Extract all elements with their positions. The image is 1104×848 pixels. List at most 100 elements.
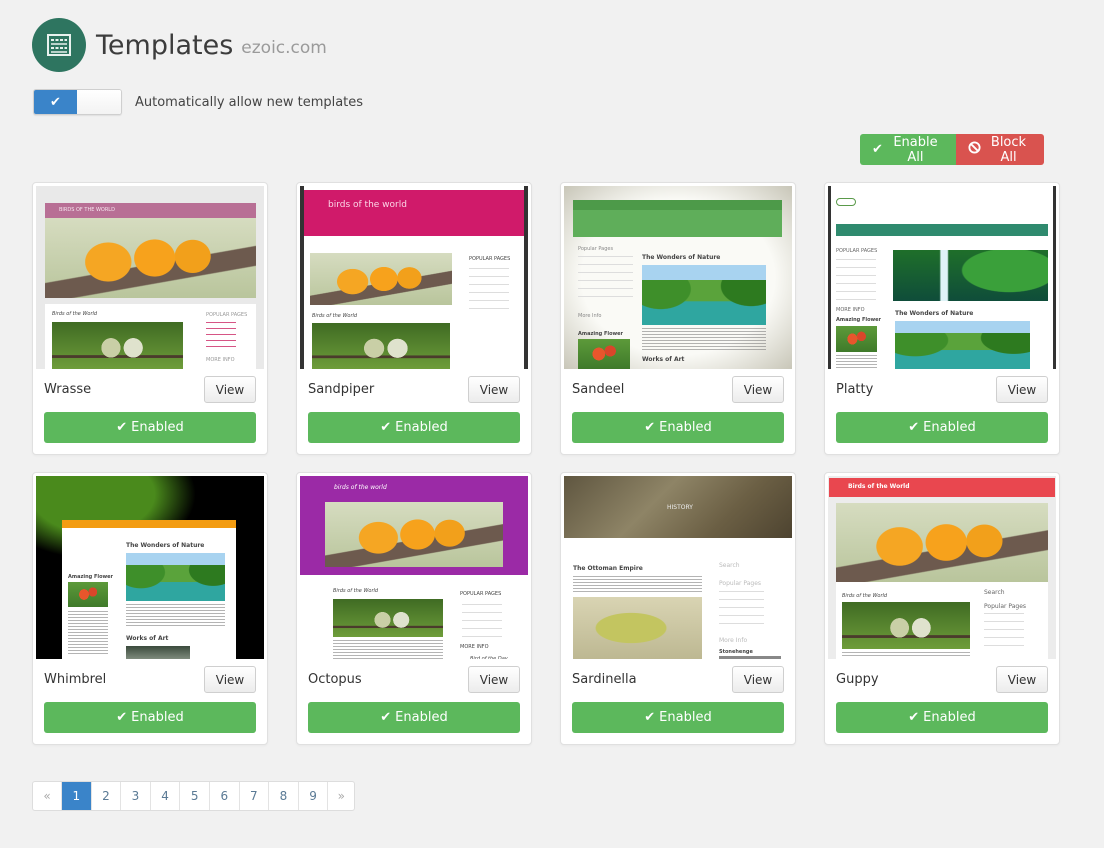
status-label: Enabled xyxy=(131,420,184,435)
preview-sidebar-search: Search xyxy=(984,589,1005,596)
enabled-toggle-button[interactable]: ✔ Enabled xyxy=(44,412,256,443)
preview-sidebar-title: POPULAR PAGES xyxy=(460,591,502,597)
preview-sidebar-links xyxy=(578,256,633,301)
enabled-toggle-button[interactable]: ✔ Enabled xyxy=(572,412,784,443)
template-preview[interactable]: HISTORY The Ottoman Empire Search Popula… xyxy=(564,476,792,659)
preview-sidebar-title: Popular Pages xyxy=(578,246,614,252)
preview-text xyxy=(68,611,108,656)
check-icon: ✔ xyxy=(34,90,77,114)
view-button[interactable]: View xyxy=(732,666,784,693)
preview-side-image xyxy=(719,656,781,659)
status-label: Enabled xyxy=(395,710,448,725)
preview-frame xyxy=(828,186,831,369)
preview-sidebar-links xyxy=(462,604,502,644)
preview-hero-image xyxy=(836,503,1048,582)
template-card-wrasse: BIRDS OF THE WORLD Birds of the World PO… xyxy=(32,182,268,455)
pagination-next[interactable]: » xyxy=(327,782,354,810)
pagination-page-4[interactable]: 4 xyxy=(149,782,180,810)
preview-subheading: Stonehenge xyxy=(719,649,753,655)
enabled-toggle-button[interactable]: ✔ Enabled xyxy=(836,412,1048,443)
pagination-page-9[interactable]: 9 xyxy=(297,782,328,810)
auto-allow-label: Automatically allow new templates xyxy=(135,94,364,110)
preview-sidebar-links xyxy=(984,613,1024,648)
preview-sidebar-more: MORE INFO xyxy=(460,644,489,650)
template-preview[interactable]: Birds of the World Birds of the World Se… xyxy=(828,476,1056,659)
preview-site-title: HISTORY xyxy=(667,504,693,511)
block-all-button[interactable]: Block All xyxy=(956,134,1044,165)
template-card-sandeel: Popular Pages More Info Amazing Flower T… xyxy=(560,182,796,455)
preview-subheading: Amazing Flower xyxy=(578,331,623,337)
pagination-page-2[interactable]: 2 xyxy=(90,782,121,810)
preview-text xyxy=(126,604,225,628)
view-button[interactable]: View xyxy=(996,666,1048,693)
template-name: Wrasse xyxy=(44,382,92,397)
preview-heading: Birds of the World xyxy=(312,313,358,319)
bulk-actions: ✔ Enable All Block All xyxy=(860,134,1044,165)
view-button[interactable]: View xyxy=(204,666,256,693)
enabled-toggle-button[interactable]: ✔ Enabled xyxy=(836,702,1048,733)
template-preview[interactable]: birds of the world Birds of the World PO… xyxy=(300,186,528,369)
pagination-page-8[interactable]: 8 xyxy=(268,782,298,810)
template-preview[interactable]: Popular Pages More Info Amazing Flower T… xyxy=(564,186,792,369)
enabled-toggle-button[interactable]: ✔ Enabled xyxy=(44,702,256,733)
preview-image xyxy=(312,323,450,369)
pagination-page-5[interactable]: 5 xyxy=(179,782,209,810)
template-card-guppy: Birds of the World Birds of the World Se… xyxy=(824,472,1060,745)
pagination: « 1 2 3 4 5 6 7 8 9 » xyxy=(32,781,356,811)
preview-hero-image xyxy=(310,253,452,305)
view-button[interactable]: View xyxy=(732,376,784,403)
auto-allow-toggle[interactable]: ✔ xyxy=(33,89,122,115)
preview-heading: The Wonders of Nature xyxy=(895,310,974,317)
preview-text xyxy=(842,652,970,658)
ban-icon xyxy=(968,141,981,158)
template-preview[interactable]: Amazing Flower The Wonders of Nature Wor… xyxy=(36,476,264,659)
preview-sidebar-title: POPULAR PAGES xyxy=(469,256,511,262)
preview-header: Birds of the World xyxy=(829,478,1055,497)
pagination-page-3[interactable]: 3 xyxy=(120,782,150,810)
page-title: Templates xyxy=(96,29,234,61)
pagination-page-6[interactable]: 6 xyxy=(208,782,239,810)
check-icon: ✔ xyxy=(908,710,920,725)
preview-heading: Birds of the World xyxy=(333,588,379,594)
preview-logo xyxy=(836,198,856,206)
check-icon: ✔ xyxy=(644,420,656,435)
preview-hero-image xyxy=(45,218,256,298)
template-preview[interactable]: birds of the world Birds of the World PO… xyxy=(300,476,528,659)
preview-flower-image xyxy=(836,326,877,352)
status-label: Enabled xyxy=(659,710,712,725)
enabled-toggle-button[interactable]: ✔ Enabled xyxy=(308,412,520,443)
enabled-toggle-button[interactable]: ✔ Enabled xyxy=(308,702,520,733)
template-card-whimbrel: Amazing Flower The Wonders of Nature Wor… xyxy=(32,472,268,745)
preview-header: HISTORY xyxy=(564,476,792,538)
auto-allow-row: ✔ Automatically allow new templates xyxy=(33,89,363,115)
enable-all-label: Enable All xyxy=(893,134,938,165)
view-button[interactable]: View xyxy=(204,376,256,403)
check-icon: ✔ xyxy=(872,142,883,157)
pagination-page-7[interactable]: 7 xyxy=(238,782,269,810)
enable-all-button[interactable]: ✔ Enable All xyxy=(860,134,956,165)
status-label: Enabled xyxy=(659,420,712,435)
check-icon: ✔ xyxy=(116,420,128,435)
preview-site-title: birds of the world xyxy=(334,484,387,491)
pagination-prev[interactable]: « xyxy=(33,782,61,810)
status-label: Enabled xyxy=(923,420,976,435)
block-all-label: Block All xyxy=(990,134,1027,165)
view-button[interactable]: View xyxy=(468,376,520,403)
view-button[interactable]: View xyxy=(996,376,1048,403)
status-label: Enabled xyxy=(395,420,448,435)
preview-sidebar-more: MORE INFO xyxy=(206,357,235,363)
preview-sidebar-links xyxy=(469,268,509,313)
template-name: Octopus xyxy=(308,672,362,687)
preview-heading: The Wonders of Nature xyxy=(126,542,205,549)
enabled-toggle-button[interactable]: ✔ Enabled xyxy=(572,702,784,733)
preview-image xyxy=(895,321,1030,369)
preview-sidebar-title: POPULAR PAGES xyxy=(836,248,878,254)
status-label: Enabled xyxy=(131,710,184,725)
template-preview[interactable]: BIRDS OF THE WORLD Birds of the World PO… xyxy=(36,186,264,369)
preview-sidebar-more: More Info xyxy=(719,637,748,644)
pagination-page-1[interactable]: 1 xyxy=(61,782,91,810)
template-card-sardinella: HISTORY The Ottoman Empire Search Popula… xyxy=(560,472,796,745)
template-preview[interactable]: POPULAR PAGES MORE INFO Amazing Flower T… xyxy=(828,186,1056,369)
template-card-platty: POPULAR PAGES MORE INFO Amazing Flower T… xyxy=(824,182,1060,455)
view-button[interactable]: View xyxy=(468,666,520,693)
